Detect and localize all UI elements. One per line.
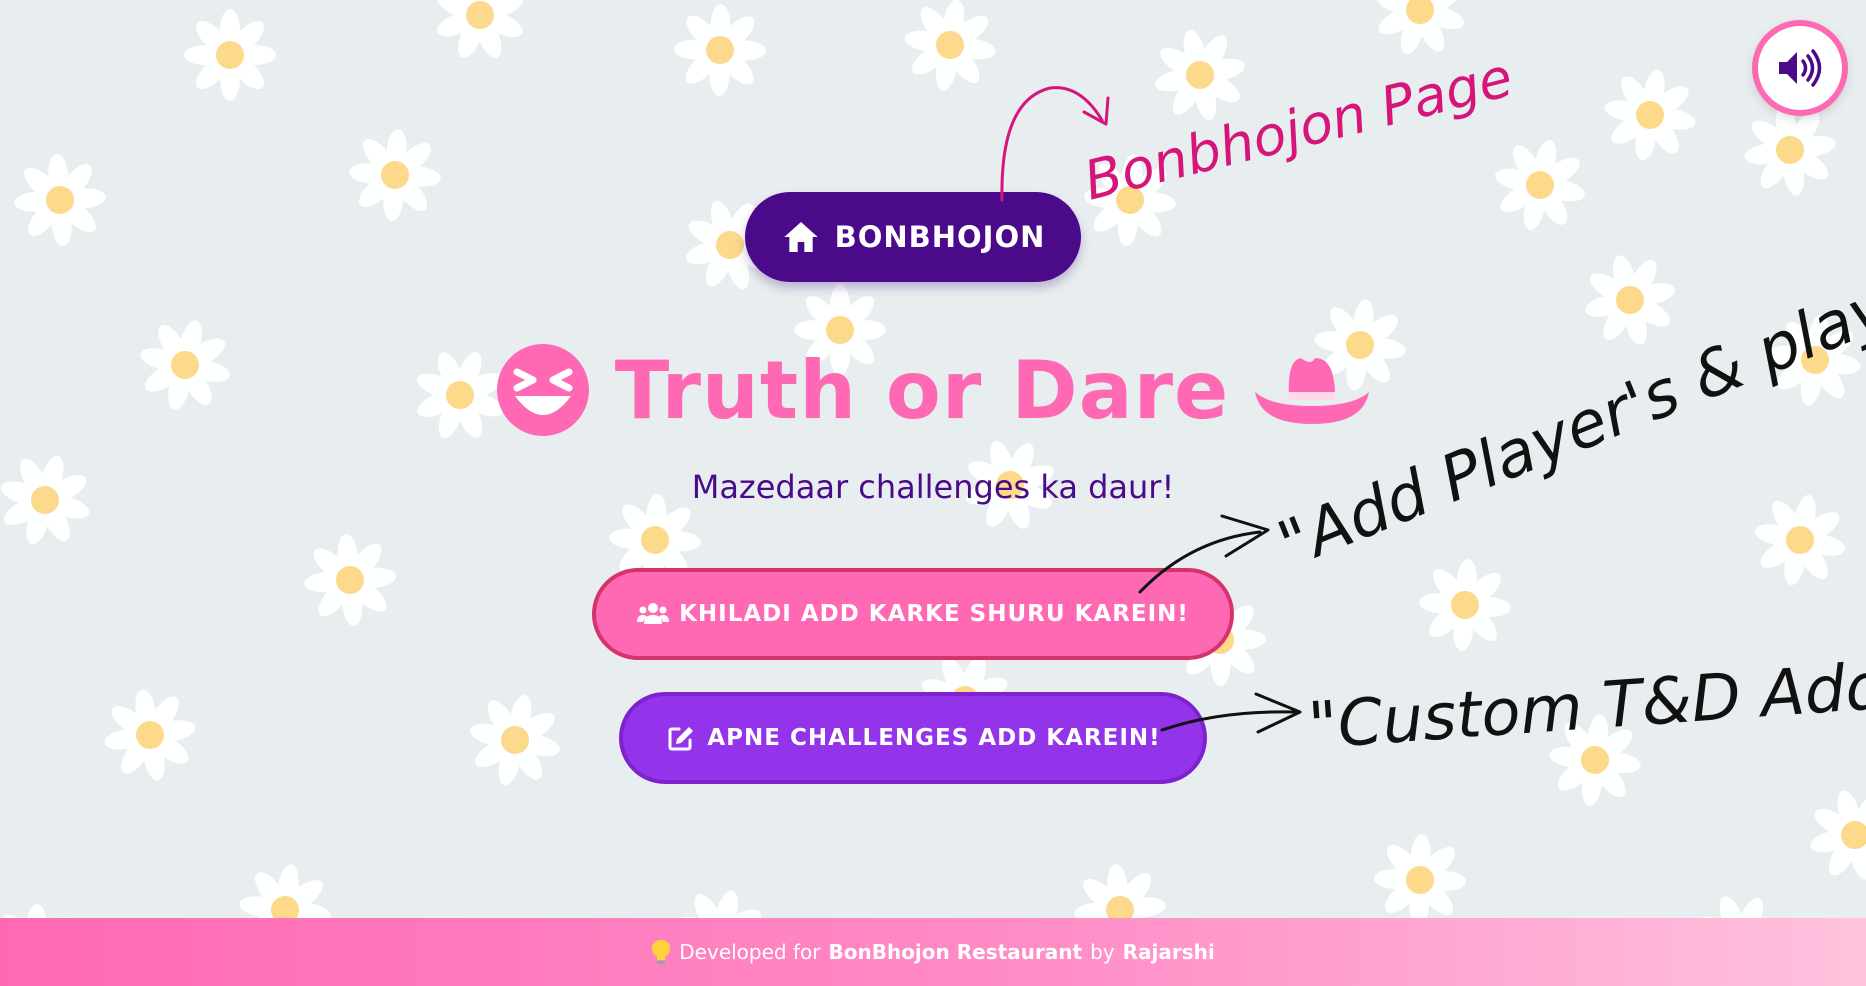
daisy-flower (437, 0, 523, 58)
daisy-flower (184, 9, 276, 101)
daisy-flower (1374, 834, 1466, 926)
bonbhojon-home-button[interactable]: BONBHOJON (745, 192, 1081, 282)
daisy-flower (1810, 790, 1866, 880)
daisy-flower (1495, 140, 1585, 230)
lightbulb-icon (652, 940, 671, 964)
daisy-flower (1419, 559, 1511, 651)
daisy-flower (674, 4, 766, 96)
footer-by: by (1090, 940, 1115, 964)
footer: Developed for BonBhojon Restaurant by Ra… (0, 918, 1866, 986)
laughing-face-icon (496, 344, 589, 436)
home-icon (783, 222, 818, 252)
home-button-label: BONBHOJON (834, 220, 1046, 254)
footer-prefix: Developed for (679, 940, 821, 964)
title-text: Truth or Dare (614, 343, 1230, 437)
add-challenges-button[interactable]: APNE CHALLENGES ADD KAREIN! (619, 692, 1207, 784)
footer-restaurant-name: BonBhojon Restaurant (828, 940, 1083, 964)
edit-icon (668, 727, 694, 751)
daisy-flower (1549, 714, 1641, 806)
daisy-flower (1376, 0, 1464, 54)
page-title: Truth or Dare (0, 340, 1866, 440)
daisy-flower (14, 154, 106, 246)
subtitle: Mazedaar challenges ka daur! (691, 468, 1175, 506)
add-players-button-label: KHILADI ADD KARKE SHURU KAREIN! (679, 601, 1189, 627)
daisy-flower (1155, 30, 1245, 120)
sound-toggle-button[interactable] (1752, 20, 1848, 116)
users-icon (637, 603, 670, 624)
daisy-flower (470, 695, 560, 785)
daisy-flower (904, 0, 996, 91)
daisy-flower (104, 689, 196, 781)
add-challenges-button-label: APNE CHALLENGES ADD KAREIN! (707, 725, 1161, 751)
add-players-start-button[interactable]: KHILADI ADD KARKE SHURU KAREIN! (592, 568, 1234, 660)
footer-author: Rajarshi (1122, 940, 1215, 964)
daisy-flower (1604, 69, 1696, 161)
volume-icon (1779, 49, 1822, 87)
daisy-flower (349, 129, 441, 221)
daisy-flower (304, 534, 396, 626)
daisy-flower (1084, 154, 1176, 246)
cowboy-hat-icon (1255, 358, 1370, 424)
